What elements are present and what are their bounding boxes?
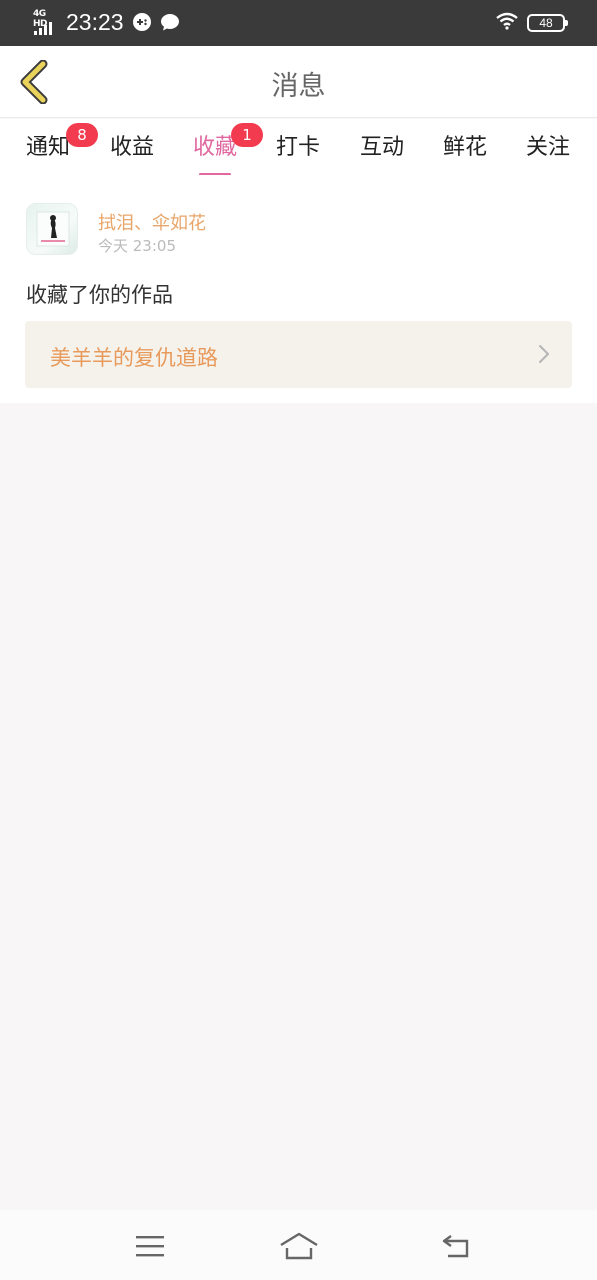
tab-checkin[interactable]: 打卡 — [258, 129, 338, 175]
home-button[interactable] — [275, 1228, 323, 1264]
system-nav-bar — [0, 1210, 597, 1280]
chevron-right-icon — [539, 345, 549, 363]
tab-favorites[interactable]: 收藏 1 — [175, 123, 263, 176]
home-icon — [280, 1232, 318, 1260]
battery-level: 48 — [539, 16, 553, 30]
page-title: 消息 — [271, 71, 326, 102]
message-time: 今天 23:05 — [98, 237, 176, 255]
chat-bubble-icon — [160, 12, 180, 32]
tab-label: 通知 — [25, 135, 70, 160]
back-nav-button[interactable] — [431, 1228, 479, 1264]
message-item: 拭泪、伞如花 今天 23:05 收藏了你的作品 美羊羊的复仇道路 — [0, 175, 597, 403]
signal-icon: 4G HD — [32, 8, 60, 36]
work-card[interactable]: 美羊羊的复仇道路 — [25, 321, 572, 388]
menu-icon — [136, 1236, 164, 1257]
status-time: 23:23 — [66, 8, 124, 35]
tab-label: 鲜花 — [442, 135, 487, 160]
message-text: 收藏了你的作品 — [26, 283, 173, 307]
tab-follows[interactable]: 关注 — [508, 129, 588, 175]
back-icon — [442, 1235, 469, 1258]
tab-label: 打卡 — [275, 135, 320, 160]
avatar[interactable] — [26, 203, 78, 255]
tab-label: 互动 — [359, 135, 404, 160]
tab-notifications[interactable]: 通知 8 — [8, 123, 98, 175]
tab-label: 收藏 — [192, 135, 237, 160]
work-title: 美羊羊的复仇道路 — [50, 346, 218, 370]
sender-name[interactable]: 拭泪、伞如花 — [98, 209, 206, 235]
tab-label: 关注 — [525, 135, 570, 160]
battery-icon: 48 — [527, 14, 568, 32]
status-bar: 4G HD 23:23 48 — [0, 0, 597, 46]
tab-label: 收益 — [109, 135, 154, 160]
header: 消息 — [0, 46, 597, 118]
menu-button[interactable] — [126, 1228, 174, 1264]
wifi-icon — [495, 12, 519, 34]
tab-earnings[interactable]: 收益 — [92, 129, 172, 175]
tab-bar: 通知 8 收益 收藏 1 打卡 互动 鲜花 关注 — [0, 119, 597, 176]
game-icon — [132, 12, 152, 32]
tab-flowers[interactable]: 鲜花 — [425, 129, 505, 175]
tab-interactions[interactable]: 互动 — [342, 129, 422, 175]
